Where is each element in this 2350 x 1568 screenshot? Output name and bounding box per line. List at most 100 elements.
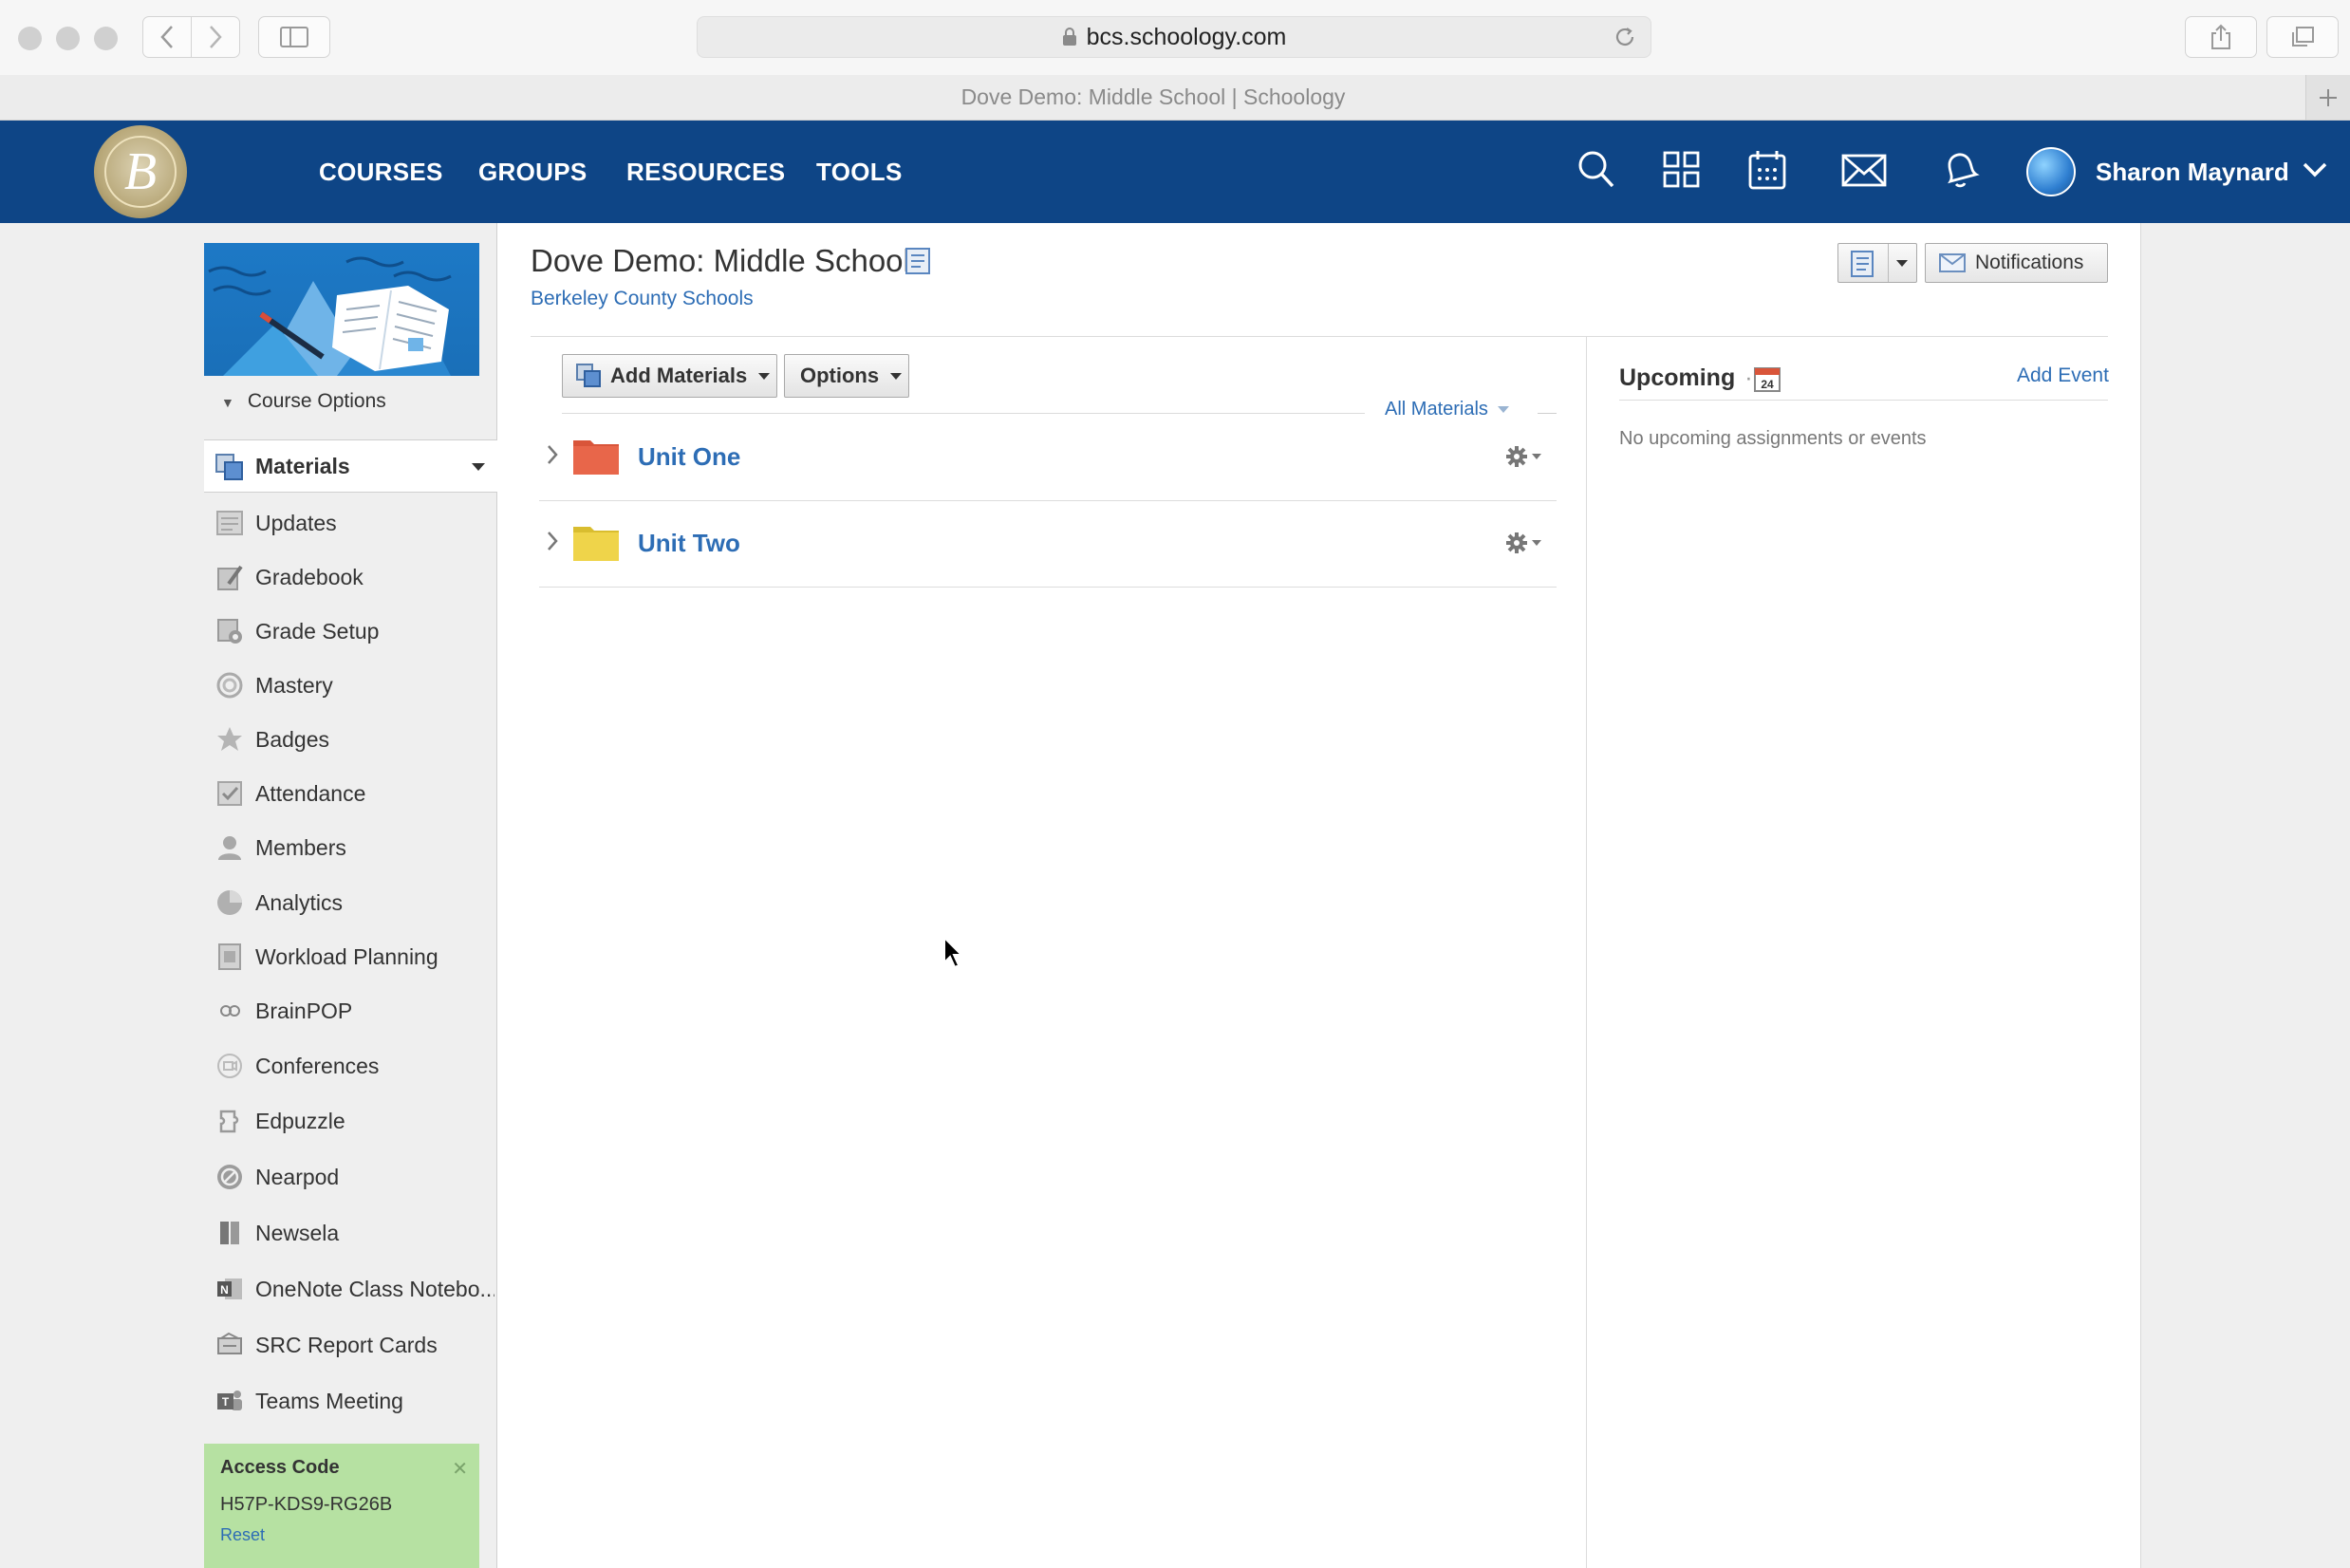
add-materials-button[interactable]: Add Materials xyxy=(562,354,777,398)
nav-courses[interactable]: COURSES xyxy=(319,121,443,223)
close-icon[interactable]: ✕ xyxy=(452,1457,468,1481)
sidebar-item-nearpod[interactable]: Nearpod xyxy=(204,1154,497,1200)
updates-icon xyxy=(216,511,243,535)
notifications-bell-icon[interactable] xyxy=(1940,149,1980,191)
analytics-icon xyxy=(217,890,242,915)
sidebar-item-attendance[interactable]: Attendance xyxy=(204,771,497,816)
tab-bar: Dove Demo: Middle School | Schoology xyxy=(0,75,2350,121)
nav-tools[interactable]: TOOLS xyxy=(816,121,903,223)
sidebar-item-teams-meeting[interactable]: T Teams Meeting xyxy=(204,1378,497,1424)
sidebar-item-label: Edpuzzle xyxy=(255,1109,345,1133)
sidebar-item-label: Attendance xyxy=(255,781,366,806)
sidebar-item-updates[interactable]: Updates xyxy=(204,500,497,546)
conferences-icon xyxy=(217,1054,242,1078)
calendar-icon[interactable] xyxy=(1747,149,1787,191)
sidebar-item-members[interactable]: Members xyxy=(204,825,497,870)
calendar-icon[interactable]: 24 xyxy=(1753,364,1781,393)
add-event-link[interactable]: Add Event xyxy=(2017,364,2109,387)
district-logo[interactable]: B xyxy=(94,125,187,218)
report-cards-icon xyxy=(217,1332,242,1354)
options-button[interactable]: Options xyxy=(784,354,909,398)
folder-row-unit-two[interactable]: Unit Two xyxy=(539,500,1557,588)
caret-down-icon xyxy=(758,372,771,380)
organization-link[interactable]: Berkeley County Schools xyxy=(531,288,754,310)
sidebar-item-label: Analytics xyxy=(255,890,344,915)
forward-button[interactable] xyxy=(191,16,240,58)
sidebar-item-label: Updates xyxy=(255,511,337,535)
folder-name[interactable]: Unit One xyxy=(638,414,740,500)
chevron-right-icon[interactable] xyxy=(545,529,560,553)
chevron-down-icon[interactable] xyxy=(2302,160,2328,179)
sidebar-item-workload-planning[interactable]: Workload Planning xyxy=(204,934,497,980)
workload-icon xyxy=(218,943,241,970)
folder-row-unit-one[interactable]: Unit One xyxy=(539,414,1557,501)
access-code-reset-link[interactable]: Reset xyxy=(220,1525,463,1545)
sidebar-item-label: Gradebook xyxy=(255,565,364,589)
minimize-window-button[interactable] xyxy=(56,27,80,50)
mastery-icon xyxy=(216,672,243,699)
calendar-day: 24 xyxy=(1761,378,1774,391)
sidebar-item-edpuzzle[interactable]: Edpuzzle xyxy=(204,1098,497,1144)
sidebar-item-label: Materials xyxy=(255,454,350,478)
tab-active[interactable]: Dove Demo: Middle School | Schoology xyxy=(0,75,2306,120)
sidebar-item-onenote[interactable]: N OneNote Class Notebo... xyxy=(204,1266,497,1312)
tabs-overview-button[interactable] xyxy=(2266,16,2339,58)
edpuzzle-icon xyxy=(219,1110,239,1133)
address-bar[interactable]: bcs.schoology.com xyxy=(697,16,1651,58)
options-label: Options xyxy=(800,364,880,387)
svg-text:T: T xyxy=(222,1395,230,1409)
course-options-toggle[interactable]: ▼ Course Options xyxy=(221,390,386,413)
chevron-right-icon[interactable] xyxy=(545,442,560,467)
notifications-button[interactable]: Notifications xyxy=(1925,243,2108,283)
sidebar-item-grade-setup[interactable]: Grade Setup xyxy=(204,608,497,654)
zoom-window-button[interactable] xyxy=(94,27,118,50)
nav-groups[interactable]: GROUPS xyxy=(478,121,587,223)
course-view-dropdown[interactable] xyxy=(1837,243,1917,283)
apps-grid-icon[interactable] xyxy=(1663,149,1701,191)
back-button[interactable] xyxy=(142,16,192,58)
caret-down-icon xyxy=(1896,260,1908,267)
search-icon[interactable] xyxy=(1576,149,1616,191)
sidebar-item-label: Members xyxy=(255,835,346,860)
brainpop-icon xyxy=(220,1005,240,1017)
sidebar-item-badges[interactable]: Badges xyxy=(204,717,497,762)
sidebar-item-materials[interactable]: Materials xyxy=(204,439,497,493)
caret-down-icon: ▼ xyxy=(221,395,234,410)
user-name[interactable]: Sharon Maynard xyxy=(2096,121,2289,223)
newsela-icon xyxy=(220,1222,239,1244)
caret-down-icon[interactable] xyxy=(472,463,485,471)
course-info-icon[interactable] xyxy=(904,247,932,275)
gear-icon[interactable] xyxy=(1505,444,1543,469)
sidebar-item-label: Teams Meeting xyxy=(255,1389,403,1413)
members-icon xyxy=(218,836,241,860)
sidebar-item-label: SRC Report Cards xyxy=(255,1333,438,1357)
gear-icon[interactable] xyxy=(1505,531,1543,555)
access-code-value: H57P-KDS9-RG26B xyxy=(220,1494,393,1515)
sidebar-item-brainpop[interactable]: BrainPOP xyxy=(204,988,497,1034)
mail-icon[interactable] xyxy=(1840,149,1888,191)
folder-name[interactable]: Unit Two xyxy=(638,500,740,587)
tabs-icon xyxy=(2292,27,2314,47)
sidebar-item-analytics[interactable]: Analytics xyxy=(204,880,497,925)
materials-icon xyxy=(215,454,243,480)
sidebar-toggle-button[interactable] xyxy=(258,16,330,58)
reload-icon[interactable] xyxy=(1613,25,1637,49)
avatar[interactable] xyxy=(2026,147,2076,196)
top-navigation: B COURSES GROUPS RESOURCES TOOLS Sharon … xyxy=(0,121,2350,223)
column-divider xyxy=(1586,337,1587,1568)
sidebar-item-conferences[interactable]: Conferences xyxy=(204,1043,497,1089)
sidebar-item-label: OneNote Class Notebo... xyxy=(255,1277,494,1301)
lock-icon xyxy=(1062,28,1076,46)
sidebar-item-label: BrainPOP xyxy=(255,999,353,1023)
new-tab-button[interactable] xyxy=(2305,75,2350,120)
page-gutter-right xyxy=(2140,223,2350,1568)
add-materials-icon xyxy=(576,364,601,387)
nearpod-icon xyxy=(217,1165,242,1189)
nav-resources[interactable]: RESOURCES xyxy=(626,121,785,223)
close-window-button[interactable] xyxy=(18,27,42,50)
sidebar-item-newsela[interactable]: Newsela xyxy=(204,1210,497,1256)
sidebar-item-gradebook[interactable]: Gradebook xyxy=(204,554,497,600)
sidebar-item-src-report-cards[interactable]: SRC Report Cards xyxy=(204,1322,497,1368)
share-button[interactable] xyxy=(2185,16,2257,58)
sidebar-item-mastery[interactable]: Mastery xyxy=(204,663,497,708)
